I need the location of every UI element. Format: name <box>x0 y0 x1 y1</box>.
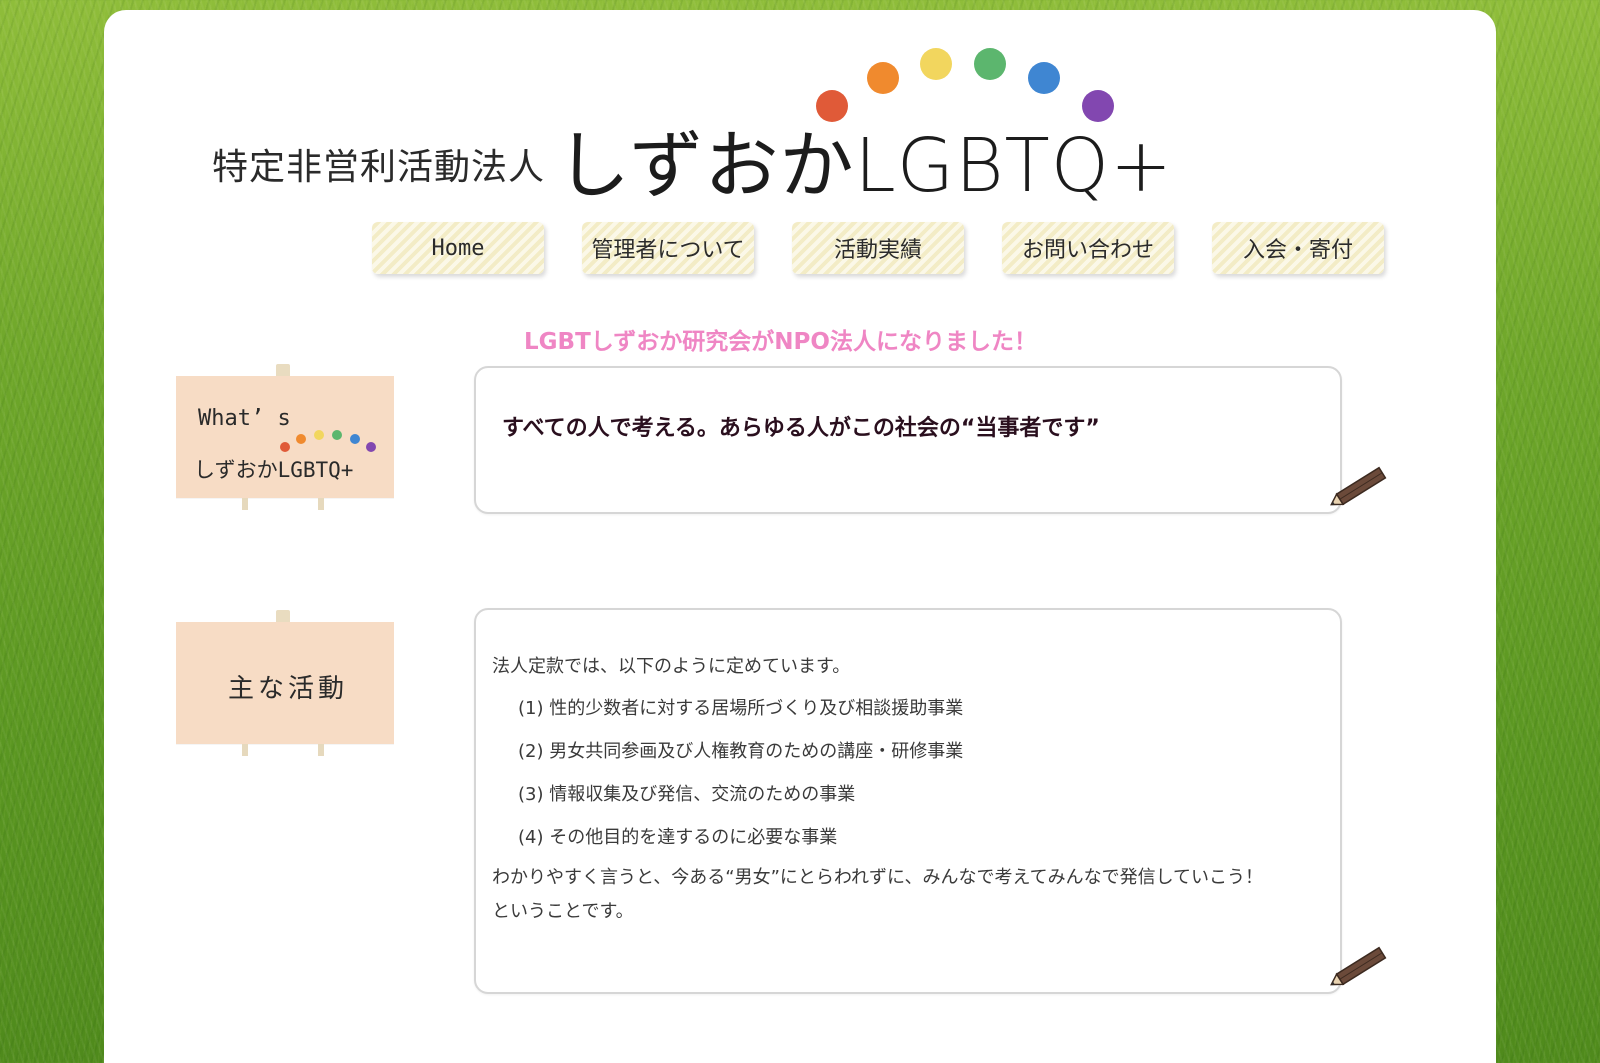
red-dot <box>816 90 848 122</box>
whats-sign-line2: しずおかLGBTQ+ <box>194 458 354 482</box>
activities-summary-line1: わかりやすく言うと、今ある“男女”にとらわれずに、みんなで考えてみんなで発信して… <box>492 867 1264 888</box>
nav-activity-record[interactable]: 活動実績 <box>792 222 964 274</box>
nav-home[interactable]: Home <box>372 222 544 274</box>
blue-dot <box>1028 62 1060 94</box>
pencil-icon <box>1330 466 1387 506</box>
activities-summary-line2: ということです。 <box>492 901 634 922</box>
activities-sign-board: 主な活動 <box>175 610 457 766</box>
announcement-text: LGBTしずおか研究会がNPO法人になりました！ <box>524 329 1037 355</box>
site-logo-text[interactable]: しずおかLGBTQ+ <box>556 106 1173 213</box>
purple-dot <box>1082 90 1114 122</box>
main-nav: Home 管理者について 活動実績 お問い合わせ 入会・寄付 <box>372 222 1392 278</box>
sign-dot-orange <box>296 434 306 444</box>
nav-about-admin[interactable]: 管理者について <box>582 222 754 274</box>
sign-leg <box>242 744 248 756</box>
sign-leg <box>242 498 248 510</box>
org-prefix: 特定非営利活動法人 <box>212 147 546 188</box>
activity-item-2: (2) 男女共同参画及び人権教育のための講座・研修事業 <box>518 741 964 762</box>
tagline-box: すべての人で考える。あらゆる人がこの社会の“当事者です” <box>474 366 1342 514</box>
activities-sign-title: 主な活動 <box>228 674 349 704</box>
sign-dot-red <box>280 442 290 452</box>
whats-sign-board: What’ s しずおかLGBTQ+ <box>175 364 457 520</box>
sign-dot-yellow <box>314 430 324 440</box>
yellow-dot <box>920 48 952 80</box>
sign-leg <box>318 744 324 756</box>
activities-intro: 法人定款では、以下のように定めています。 <box>492 656 851 677</box>
whats-sign-line1: What’ s <box>198 406 291 431</box>
nav-join-donate[interactable]: 入会・寄付 <box>1212 222 1384 274</box>
activities-box: 法人定款では、以下のように定めています。 (1) 性的少数者に対する居場所づくり… <box>474 608 1342 994</box>
orange-dot <box>867 62 899 94</box>
green-dot <box>974 48 1006 80</box>
sign-dot-purple <box>366 442 376 452</box>
pencil-icon <box>1330 946 1387 986</box>
sign-leg <box>318 498 324 510</box>
activity-item-3: (3) 情報収集及び発信、交流のための事業 <box>518 784 856 805</box>
sign-dot-blue <box>350 434 360 444</box>
nav-contact[interactable]: お問い合わせ <box>1002 222 1174 274</box>
tagline-text: すべての人で考える。あらゆる人がこの社会の“当事者です” <box>502 416 1100 441</box>
main-card: 特定非営利活動法人 しずおかLGBTQ+ Home 管理者について 活動実績 お… <box>104 10 1496 1063</box>
activity-item-1: (1) 性的少数者に対する居場所づくり及び相談援助事業 <box>518 698 964 719</box>
sign-dot-green <box>332 430 342 440</box>
activity-item-4: (4) その他目的を達するのに必要な事業 <box>518 827 838 848</box>
